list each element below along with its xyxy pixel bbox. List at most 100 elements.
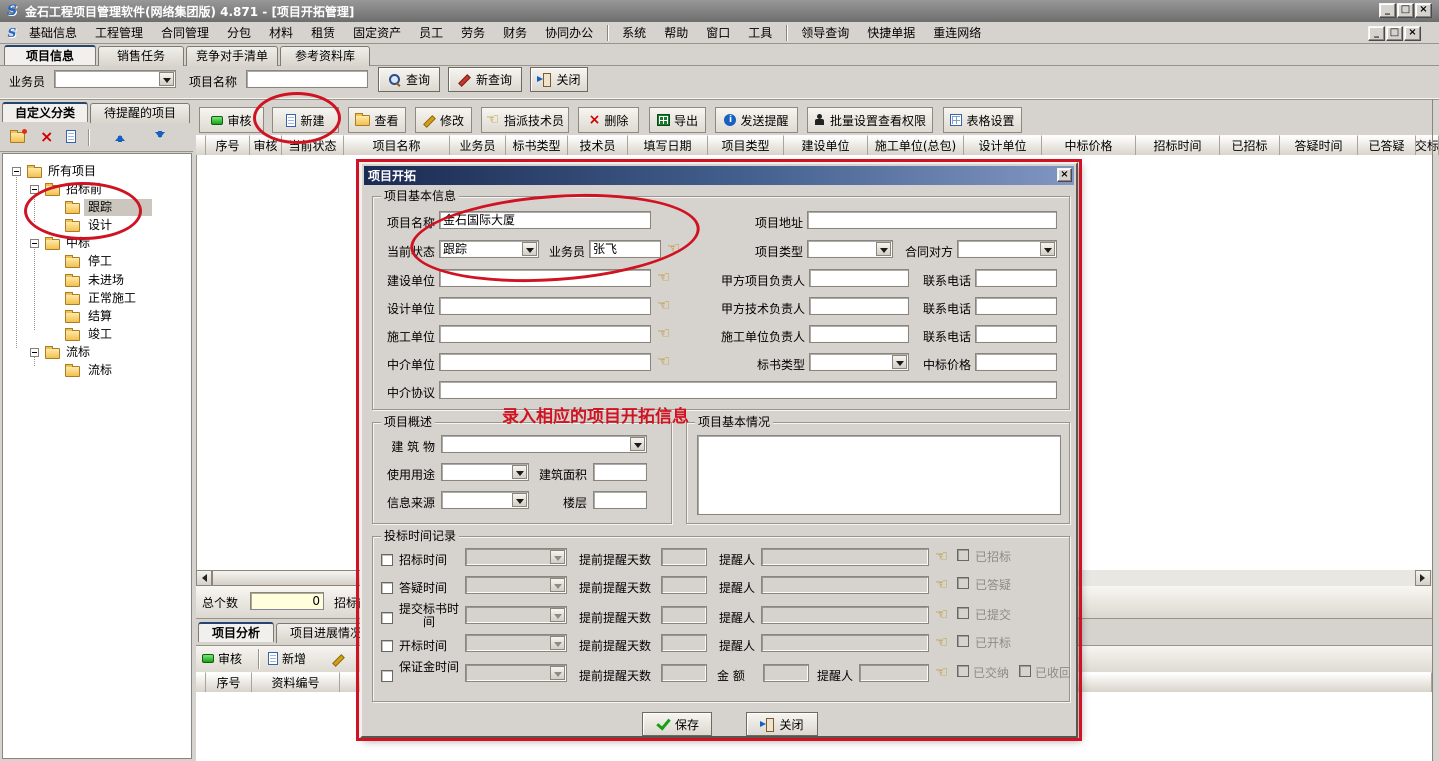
batch-permission-button[interactable]: 批量设置查看权限	[807, 107, 933, 133]
menu-separator	[607, 25, 608, 41]
audit-icon	[211, 116, 223, 125]
grid-header[interactable]: 提交标书	[1416, 135, 1439, 155]
grid-header[interactable]: 建设单位	[784, 135, 868, 155]
assign-technician-button[interactable]: ☜指派技术员	[481, 107, 569, 133]
tab-reference-library[interactable]: 参考资料库	[280, 46, 370, 66]
modify-button[interactable]: 修改	[415, 107, 472, 133]
tree-node-label[interactable]: 未进场	[88, 272, 124, 289]
tree-connector	[16, 172, 17, 348]
new-query-button-label: 新查询	[476, 71, 512, 88]
grid-header[interactable]: 项目名称	[344, 135, 450, 155]
tab-project-info[interactable]: 项目信息	[4, 45, 96, 65]
move-up-icon[interactable]	[114, 130, 126, 143]
delete-label: 删除	[604, 112, 628, 129]
bottom-grid-header-indicator	[196, 672, 206, 692]
excel-export-icon	[657, 114, 670, 126]
salesman-filter-combo[interactable]	[54, 70, 176, 88]
move-down-icon[interactable]	[154, 130, 166, 143]
grid-header[interactable]: 答疑时间	[1280, 135, 1358, 155]
rename-category-icon[interactable]	[66, 130, 76, 143]
title-bar: S 金石工程项目管理软件(网络集团版) 4.871 - [项目开拓管理]	[0, 0, 1439, 22]
restore-button[interactable]: □	[1397, 3, 1414, 18]
menu-item[interactable]: 帮助	[655, 21, 697, 44]
menu-item[interactable]: 财务	[494, 21, 536, 44]
view-button[interactable]: 查看	[348, 107, 406, 133]
bottom-tab-project-analysis[interactable]: 项目分析	[198, 622, 274, 642]
project-name-filter-input[interactable]	[246, 70, 368, 88]
grid-header[interactable]: 项目类型	[708, 135, 784, 155]
table-settings-button[interactable]: 表格设置	[943, 107, 1022, 133]
menu-item[interactable]: 租赁	[302, 21, 344, 44]
menu-item[interactable]: 材料	[260, 21, 302, 44]
grid-header[interactable]: 已招标	[1220, 135, 1280, 155]
project-name-filter-label: 项目名称	[189, 73, 237, 91]
collapse-icon[interactable]	[30, 348, 39, 357]
sidebar-tab-reminder-projects[interactable]: 待提醒的项目	[90, 103, 190, 123]
tree-node-label[interactable]: 正常施工	[88, 290, 136, 307]
grid-header[interactable]: 填写日期	[628, 135, 708, 155]
tab-competitors[interactable]: 竞争对手清单	[186, 46, 278, 66]
grid-header[interactable]: 招标时间	[1136, 135, 1220, 155]
collapse-icon[interactable]	[12, 167, 21, 176]
bottom-modify-icon[interactable]	[332, 653, 345, 666]
tree-node-label[interactable]: 结算	[88, 308, 112, 325]
menu-item[interactable]: 重连网络	[924, 21, 990, 44]
send-reminder-button[interactable]: i发送提醒	[715, 107, 798, 133]
new-category-icon[interactable]	[10, 132, 25, 143]
tree-node-label[interactable]: 流标	[66, 344, 90, 361]
bottom-add-button[interactable]: 新增	[268, 650, 306, 667]
export-button[interactable]: 导出	[649, 107, 706, 133]
menu-item[interactable]: 协同办公	[536, 21, 602, 44]
person-icon	[814, 114, 826, 126]
exit-door-icon	[537, 73, 551, 86]
menu-item[interactable]: 固定资产	[344, 21, 410, 44]
combo-arrow-icon[interactable]	[159, 72, 174, 86]
tab-sales-tasks[interactable]: 销售任务	[98, 46, 184, 66]
menu-item[interactable]: 工程管理	[86, 21, 152, 44]
mdi-restore-button[interactable]: □	[1386, 26, 1403, 41]
bottom-grid-header[interactable]: 资料编号	[252, 672, 340, 692]
pointing-hand-icon: ☜	[486, 112, 500, 128]
menu-logo-icon: S	[4, 25, 20, 41]
new-query-icon	[458, 73, 471, 86]
grid-header[interactable]: 技术员	[568, 135, 628, 155]
grid-header[interactable]: 序号	[206, 135, 250, 155]
query-button[interactable]: 查询	[378, 67, 440, 92]
scroll-right-icon[interactable]	[1415, 570, 1431, 586]
close-view-button[interactable]: 关闭	[530, 67, 588, 92]
tree-node-label[interactable]: 停工	[88, 253, 112, 270]
tree-node-label[interactable]: 流标	[88, 362, 112, 379]
audit-icon	[202, 654, 214, 663]
minimize-button[interactable]: _	[1379, 3, 1396, 18]
grid-header[interactable]: 标书类型	[506, 135, 568, 155]
bottom-grid-header[interactable]: 序号	[206, 672, 252, 692]
delete-category-icon[interactable]: ×	[40, 130, 53, 143]
scroll-left-icon[interactable]	[196, 570, 212, 586]
grid-header[interactable]: 业务员	[450, 135, 506, 155]
grid-header[interactable]: 已答疑	[1358, 135, 1416, 155]
grid-header[interactable]: 中标价格	[1042, 135, 1136, 155]
mdi-close-button[interactable]: ×	[1404, 26, 1421, 41]
grid-header[interactable]: 施工单位(总包)	[868, 135, 964, 155]
tree-node-label[interactable]: 所有项目	[48, 163, 96, 180]
menu-item[interactable]: 窗口	[697, 21, 739, 44]
menu-item[interactable]: 员工	[410, 21, 452, 44]
tree-node-label[interactable]: 竣工	[88, 326, 112, 343]
mdi-minimize-button[interactable]: _	[1368, 26, 1385, 41]
menu-item[interactable]: 基础信息	[20, 21, 86, 44]
collapse-icon[interactable]	[30, 239, 39, 248]
menu-item[interactable]: 工具	[739, 21, 781, 44]
grid-header[interactable]: 设计单位	[964, 135, 1042, 155]
delete-button[interactable]: ×删除	[578, 107, 639, 133]
close-button[interactable]: ×	[1415, 3, 1432, 18]
grid-header-indicator	[196, 135, 206, 155]
menu-item[interactable]: 劳务	[452, 21, 494, 44]
menu-item[interactable]: 分包	[218, 21, 260, 44]
sidebar-tab-custom-category[interactable]: 自定义分类	[2, 102, 88, 122]
menu-item[interactable]: 快捷单据	[858, 21, 924, 44]
menu-item[interactable]: 系统	[613, 21, 655, 44]
new-query-button[interactable]: 新查询	[448, 67, 522, 92]
bottom-audit-button[interactable]: 审核	[202, 650, 242, 667]
menu-item[interactable]: 领导查询	[792, 21, 858, 44]
menu-item[interactable]: 合同管理	[152, 21, 218, 44]
